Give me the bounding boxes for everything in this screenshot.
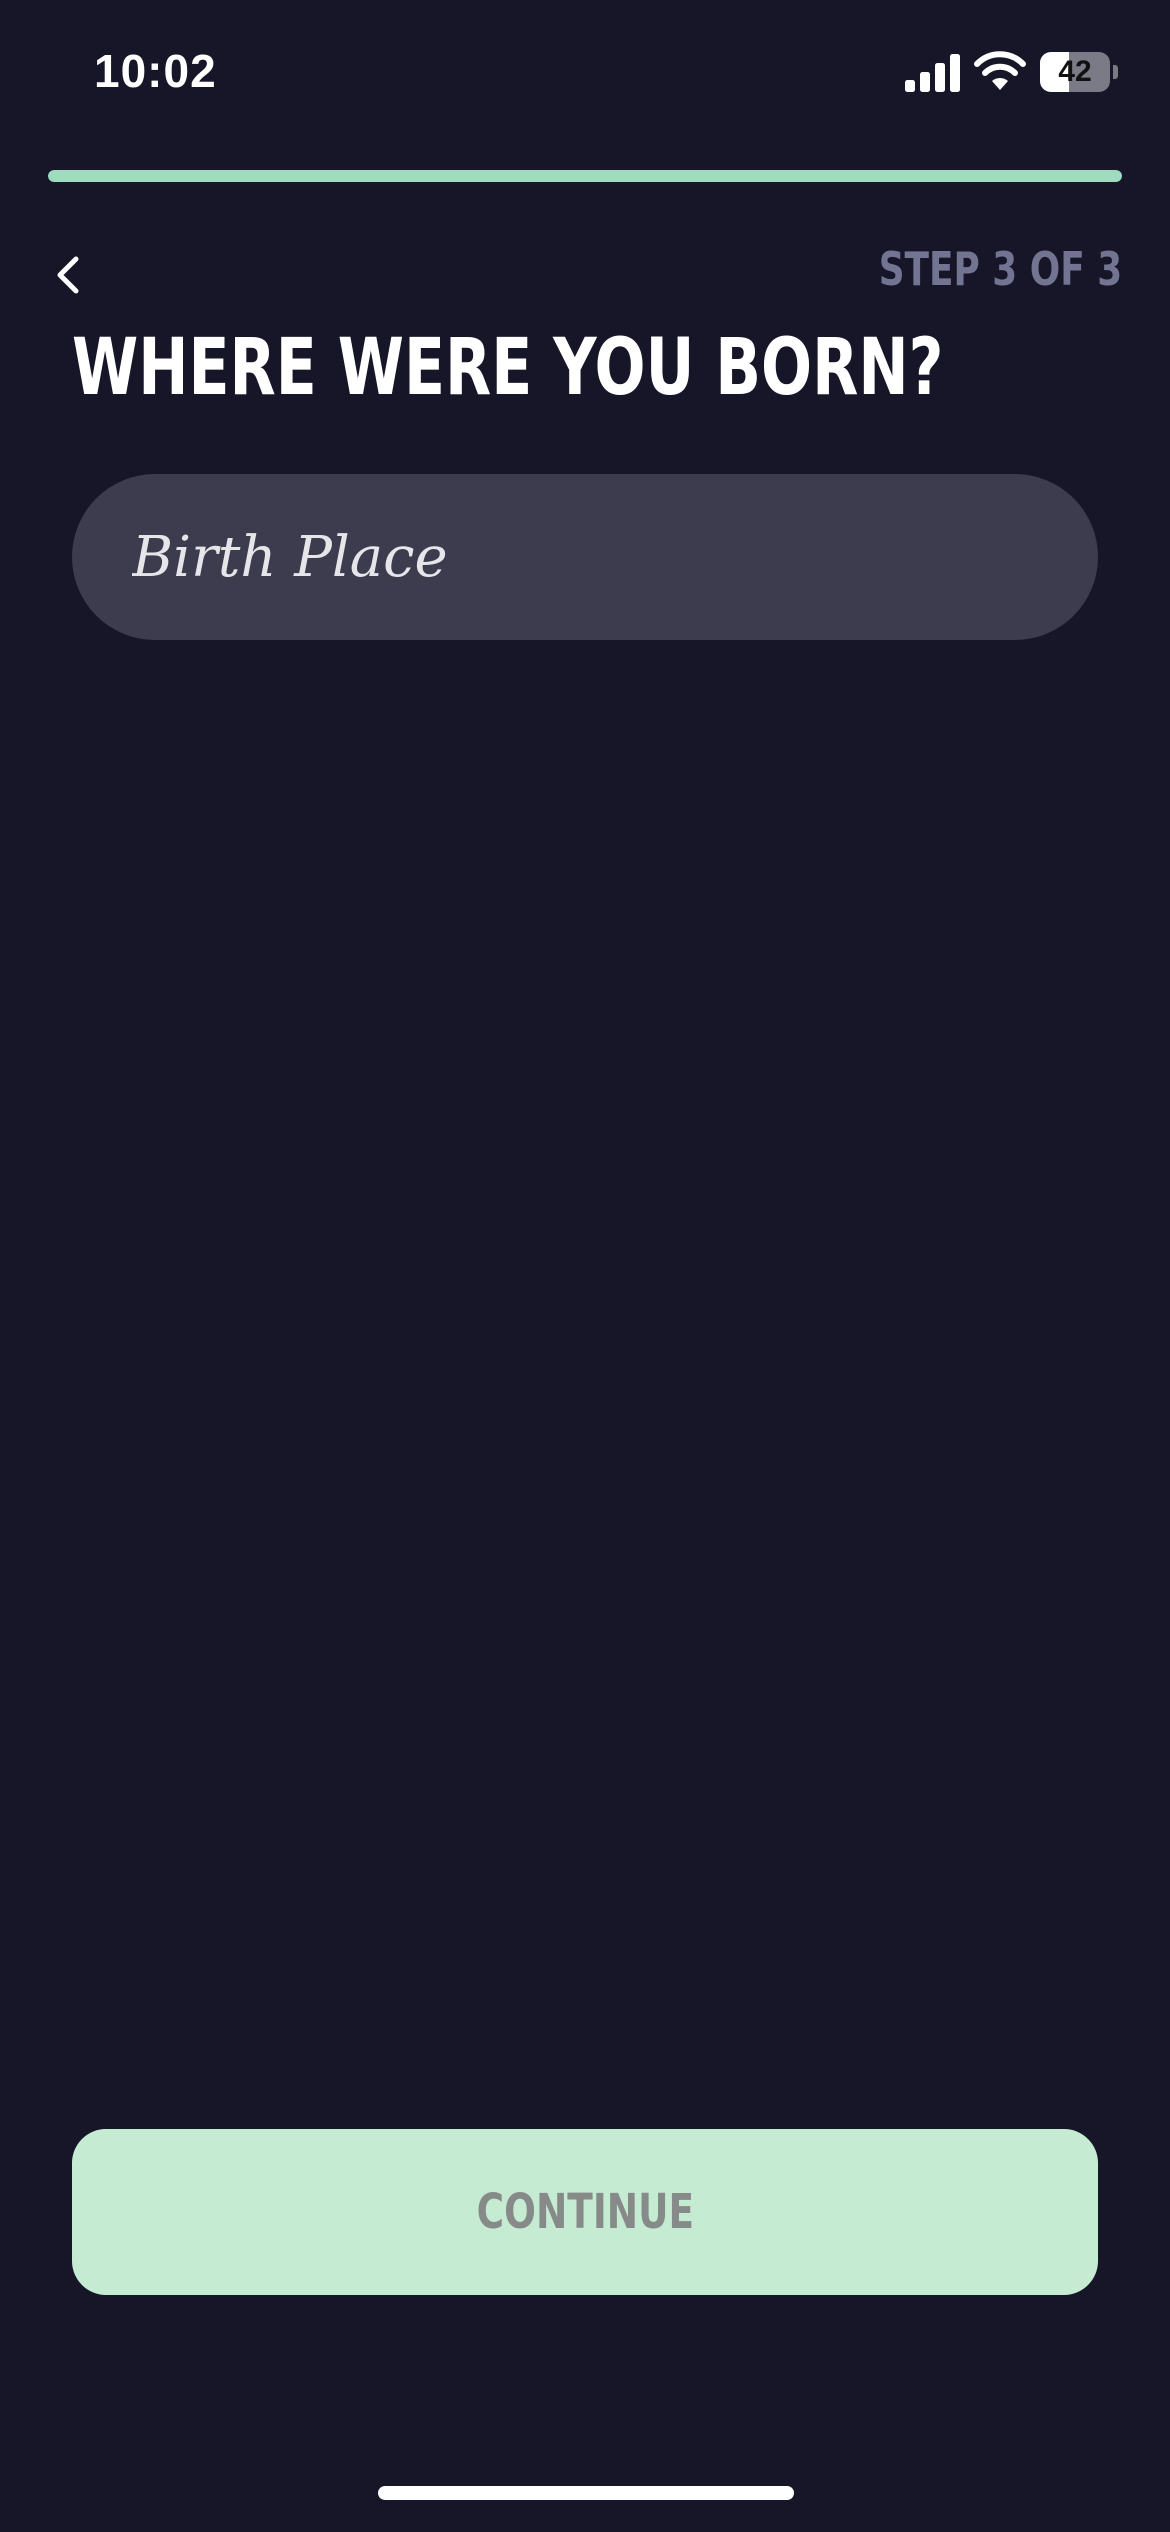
signal-icon xyxy=(905,54,960,92)
wifi-icon xyxy=(974,51,1026,90)
battery-body: 42 xyxy=(1040,52,1110,92)
continue-button[interactable]: CONTINUE xyxy=(72,2129,1098,2295)
onboarding-progress-bar xyxy=(48,170,1122,182)
progress-fill xyxy=(48,170,1122,182)
back-button[interactable] xyxy=(42,246,94,304)
battery-level: 42 xyxy=(1058,55,1092,88)
chevron-left-icon xyxy=(57,256,79,294)
page-title: WHERE WERE YOU BORN? xyxy=(72,323,944,413)
home-indicator xyxy=(378,2486,794,2500)
birth-place-input[interactable] xyxy=(72,474,1098,640)
continue-label: CONTINUE xyxy=(476,2184,694,2240)
battery-icon: 42 xyxy=(1040,52,1118,92)
battery-tip xyxy=(1113,65,1118,79)
status-time: 10:02 xyxy=(94,45,217,97)
step-indicator: STEP 3 OF 3 xyxy=(878,242,1122,296)
status-bar: 10:02 42 xyxy=(0,0,1170,150)
